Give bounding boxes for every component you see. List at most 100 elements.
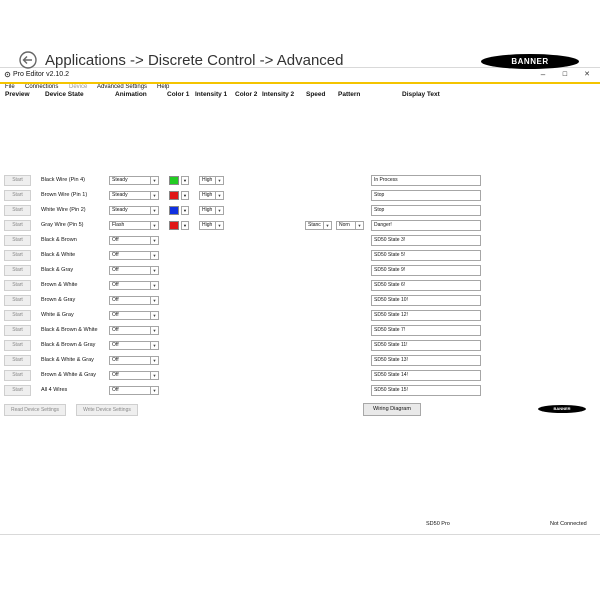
start-preview-button[interactable]: Start <box>4 220 31 231</box>
display-text-input[interactable]: Stop <box>371 205 481 216</box>
display-text-input[interactable]: SD50 State 6! <box>371 280 481 291</box>
banner-logo: BANNER <box>481 54 579 69</box>
start-preview-button[interactable]: Start <box>4 265 31 276</box>
device-state-label: Black & White & Gray <box>41 357 94 363</box>
animation-select[interactable]: Off ▼ <box>109 236 159 245</box>
start-preview-button[interactable]: Start <box>4 340 31 351</box>
animation-select[interactable]: Off ▼ <box>109 266 159 275</box>
device-state-label: Black & White <box>41 252 76 258</box>
intensity1-select[interactable]: High ▼ <box>199 176 224 185</box>
device-state-label: Brown Wire (Pin 1) <box>41 192 88 198</box>
display-text-input[interactable]: SD50 State 11! <box>371 340 481 351</box>
chevron-down-icon[interactable]: ▼ <box>181 206 189 215</box>
chevron-down-icon: ▼ <box>215 192 223 199</box>
color1-swatch[interactable] <box>169 206 179 215</box>
start-preview-button[interactable]: Start <box>4 250 31 261</box>
display-text-input[interactable]: SD50 State 13! <box>371 355 481 366</box>
intensity1-select[interactable]: High ▼ <box>199 191 224 200</box>
table-row: Start White & Gray Off ▼ SD50 State 12! <box>0 309 600 324</box>
intensity1-select[interactable]: High ▼ <box>199 206 224 215</box>
chevron-down-icon[interactable]: ▼ <box>181 176 189 185</box>
chevron-down-icon: ▼ <box>150 237 158 244</box>
window-title: Pro Editor v2.10.2 <box>13 71 70 78</box>
start-preview-button[interactable]: Start <box>4 205 31 216</box>
device-state-label: Black & Brown & White <box>41 327 98 333</box>
menu-connections[interactable]: Connections <box>25 84 58 90</box>
close-button[interactable]: ✕ <box>579 70 595 78</box>
table-row: Start Black & Brown & White Off ▼ SD50 State… <box>0 324 600 339</box>
menu-device[interactable]: Device <box>69 84 87 90</box>
intensity1-select[interactable]: High ▼ <box>199 221 224 230</box>
start-preview-button[interactable]: Start <box>4 370 31 381</box>
table-row: Start White Wire (Pin 2) Steady ▼ ▼ High ▼ Stop <box>0 204 600 219</box>
chevron-down-icon: ▼ <box>150 357 158 364</box>
color1-swatch[interactable] <box>169 191 179 200</box>
chevron-down-icon: ▼ <box>355 222 363 229</box>
pattern-select[interactable]: Norn ▼ <box>336 221 364 230</box>
menu-file[interactable]: File <box>5 84 15 90</box>
display-text-input[interactable]: SD50 State 5! <box>371 250 481 261</box>
animation-select[interactable]: Steady ▼ <box>109 176 159 185</box>
table-row: Start All 4 Wires Off ▼ SD50 State 15! <box>0 384 600 399</box>
animation-select[interactable]: Off ▼ <box>109 251 159 260</box>
animation-select[interactable]: Steady ▼ <box>109 191 159 200</box>
chevron-down-icon: ▼ <box>150 207 158 214</box>
maximize-button[interactable]: ☐ <box>557 71 573 78</box>
device-state-label: Black & Gray <box>41 267 74 273</box>
display-text-input[interactable]: SD50 State 3! <box>371 235 481 246</box>
chevron-down-icon[interactable]: ▼ <box>181 191 189 200</box>
col-intensity1: Intensity 1 <box>195 91 228 98</box>
start-preview-button[interactable]: Start <box>4 325 31 336</box>
wiring-diagram-button[interactable]: Wiring Diagram <box>363 403 421 416</box>
col-animation: Animation <box>115 91 147 98</box>
animation-select[interactable]: Off ▼ <box>109 296 159 305</box>
color1-swatch[interactable] <box>169 176 179 185</box>
write-device-settings-button[interactable]: Write Device Settings <box>76 404 138 416</box>
back-arrow-icon[interactable] <box>19 51 37 69</box>
display-text-input[interactable]: In Process <box>371 175 481 186</box>
display-text-input[interactable]: SD50 State 7! <box>371 325 481 336</box>
start-preview-button[interactable]: Start <box>4 385 31 396</box>
speed-select[interactable]: Stanc ▼ <box>305 221 332 230</box>
title-bar: Pro Editor v2.10.2 – ☐ ✕ <box>0 68 600 82</box>
animation-select[interactable]: Off ▼ <box>109 356 159 365</box>
display-text-input[interactable]: SD50 State 9! <box>371 265 481 276</box>
animation-select[interactable]: Off ▼ <box>109 326 159 335</box>
start-preview-button[interactable]: Start <box>4 355 31 366</box>
display-text-input[interactable]: SD50 State 12! <box>371 310 481 321</box>
chevron-down-icon: ▼ <box>215 177 223 184</box>
animation-select[interactable]: Steady ▼ <box>109 206 159 215</box>
menu-advanced-settings[interactable]: Advanced Settings <box>97 84 147 90</box>
animation-select[interactable]: Flash ▼ <box>109 221 159 230</box>
chevron-down-icon: ▼ <box>150 192 158 199</box>
chevron-down-icon: ▼ <box>150 327 158 334</box>
start-preview-button[interactable]: Start <box>4 310 31 321</box>
chevron-down-icon[interactable]: ▼ <box>181 221 189 230</box>
animation-select[interactable]: Off ▼ <box>109 386 159 395</box>
start-preview-button[interactable]: Start <box>4 295 31 306</box>
animation-select[interactable]: Off ▼ <box>109 311 159 320</box>
chevron-down-icon: ▼ <box>215 222 223 229</box>
device-state-label: White Wire (Pin 2) <box>41 207 86 213</box>
display-text-input[interactable]: SD50 State 10! <box>371 295 481 306</box>
animation-select[interactable]: Off ▼ <box>109 341 159 350</box>
table-row: Start Brown & White & Gray Off ▼ SD50 State … <box>0 369 600 384</box>
menu-help[interactable]: Help <box>157 84 169 90</box>
device-state-label: Gray Wire (Pin 5) <box>41 222 84 228</box>
start-preview-button[interactable]: Start <box>4 280 31 291</box>
display-text-input[interactable]: Danger! <box>371 220 481 231</box>
display-text-input[interactable]: SD50 State 14! <box>371 370 481 381</box>
animation-select[interactable]: Off ▼ <box>109 371 159 380</box>
start-preview-button[interactable]: Start <box>4 175 31 186</box>
minimize-button[interactable]: – <box>535 70 551 79</box>
read-device-settings-button[interactable]: Read Device Settings <box>4 404 66 416</box>
page-title: Applications -> Discrete Control -> Adva… <box>45 52 344 69</box>
col-color2: Color 2 <box>235 91 258 98</box>
start-preview-button[interactable]: Start <box>4 235 31 246</box>
display-text-input[interactable]: Stop <box>371 190 481 201</box>
display-text-input[interactable]: SD50 State 15! <box>371 385 481 396</box>
table-row: Start Brown Wire (Pin 1) Steady ▼ ▼ High ▼ Stop <box>0 189 600 204</box>
color1-swatch[interactable] <box>169 221 179 230</box>
animation-select[interactable]: Off ▼ <box>109 281 159 290</box>
start-preview-button[interactable]: Start <box>4 190 31 201</box>
